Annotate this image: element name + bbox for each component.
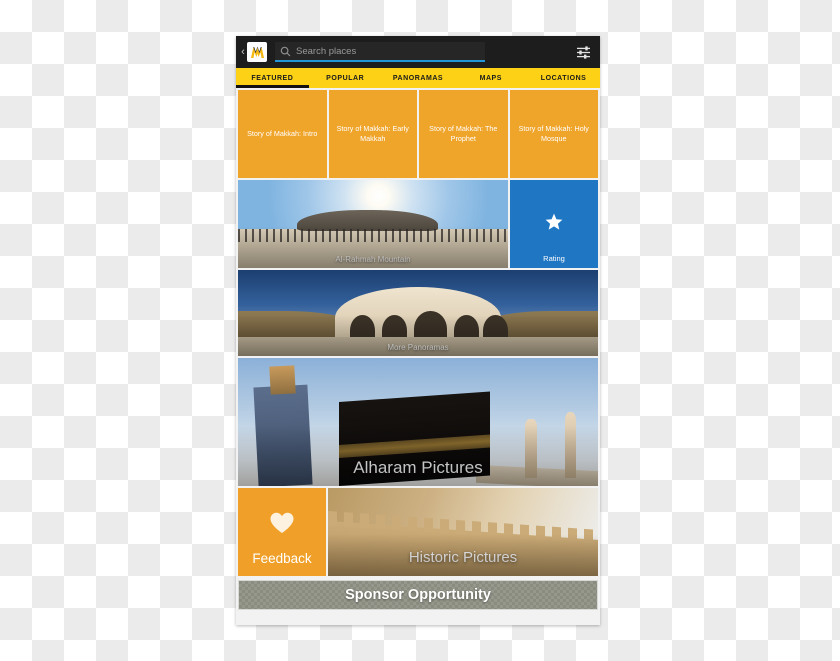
story-tile-intro[interactable]: Story of Makkah: Intro	[238, 90, 327, 178]
story-tile-early-makkah[interactable]: Story of Makkah: Early Makkah	[328, 90, 417, 178]
story-tile-label: Story of Makkah: Intro	[247, 129, 318, 139]
photo-mountain-layer	[297, 209, 438, 232]
mountain-rating-row: Al-Rahmah Mountain Rating	[238, 180, 598, 268]
story-tile-the-prophet[interactable]: Story of Makkah: The Prophet	[419, 90, 508, 178]
tab-label: PANORAMAS	[392, 74, 444, 82]
tab-label: POPULAR	[326, 74, 365, 82]
alharam-pictures-card[interactable]: Alharam Pictures	[238, 358, 598, 486]
rating-tile-label: Rating	[543, 254, 565, 263]
panorama-photo-caption: More Panoramas	[387, 343, 449, 352]
story-tile-label: Story of Makkah: The Prophet	[429, 124, 498, 143]
feedback-tile-label: Feedback	[252, 551, 312, 566]
panorama-row: More Panoramas	[238, 270, 598, 356]
feedback-historic-row: Feedback Historic Pictures	[238, 488, 598, 576]
tab-label: FEATURED	[251, 74, 294, 82]
sponsor-opportunity-banner[interactable]: Sponsor Opportunity	[238, 580, 598, 610]
makkah-logo-icon[interactable]	[247, 42, 267, 62]
story-tile-label: Story of Makkah: Holy Mosque	[518, 124, 589, 143]
heart-icon	[269, 511, 295, 554]
search-icon	[279, 45, 291, 57]
tab-bar: FEATURED POPULAR PANORAMAS MAPS LOCATION…	[236, 68, 600, 88]
tab-maps[interactable]: MAPS	[454, 68, 527, 88]
tab-locations[interactable]: LOCATIONS	[527, 68, 600, 88]
tab-featured[interactable]: FEATURED	[236, 68, 309, 88]
tab-label: MAPS	[479, 74, 502, 82]
story-tile-label: Story of Makkah: Early Makkah	[336, 124, 409, 143]
sliders-filter-icon[interactable]	[572, 41, 594, 63]
star-icon	[544, 212, 564, 237]
back-chevron-icon[interactable]: ‹	[239, 46, 247, 58]
search-field[interactable]	[275, 42, 485, 62]
photo-clock-face-layer	[269, 365, 297, 395]
alharam-row: Alharam Pictures	[238, 358, 598, 486]
mountain-photo-card[interactable]: Al-Rahmah Mountain	[238, 180, 508, 268]
tab-popular[interactable]: POPULAR	[309, 68, 382, 88]
story-tile-holy-mosque[interactable]: Story of Makkah: Holy Mosque	[509, 90, 598, 178]
top-app-bar: ‹	[236, 36, 600, 68]
content-grid: Story of Makkah: Intro Story of Makkah: …	[236, 88, 600, 580]
search-input[interactable]	[296, 45, 481, 57]
alharam-pictures-title: Alharam Pictures	[353, 458, 483, 477]
photo-crowd-layer	[238, 229, 508, 242]
tab-label: LOCATIONS	[540, 74, 587, 82]
app-window: ‹ Search places FEATURED POPULAR PANORAM…	[236, 36, 600, 625]
rating-tile[interactable]: Rating	[510, 180, 598, 268]
sponsor-banner-label: Sponsor Opportunity	[345, 587, 491, 603]
historic-pictures-title: Historic Pictures	[408, 549, 518, 566]
photo-arch-layer	[414, 311, 447, 338]
mountain-photo-caption: Al-Rahmah Mountain	[335, 255, 411, 264]
tab-panoramas[interactable]: PANORAMAS	[382, 68, 455, 88]
story-row: Story of Makkah: Intro Story of Makkah: …	[238, 90, 598, 178]
historic-pictures-card[interactable]: Historic Pictures	[328, 488, 598, 576]
feedback-tile[interactable]: Feedback	[238, 488, 326, 576]
panorama-photo-card[interactable]: More Panoramas	[238, 270, 598, 356]
